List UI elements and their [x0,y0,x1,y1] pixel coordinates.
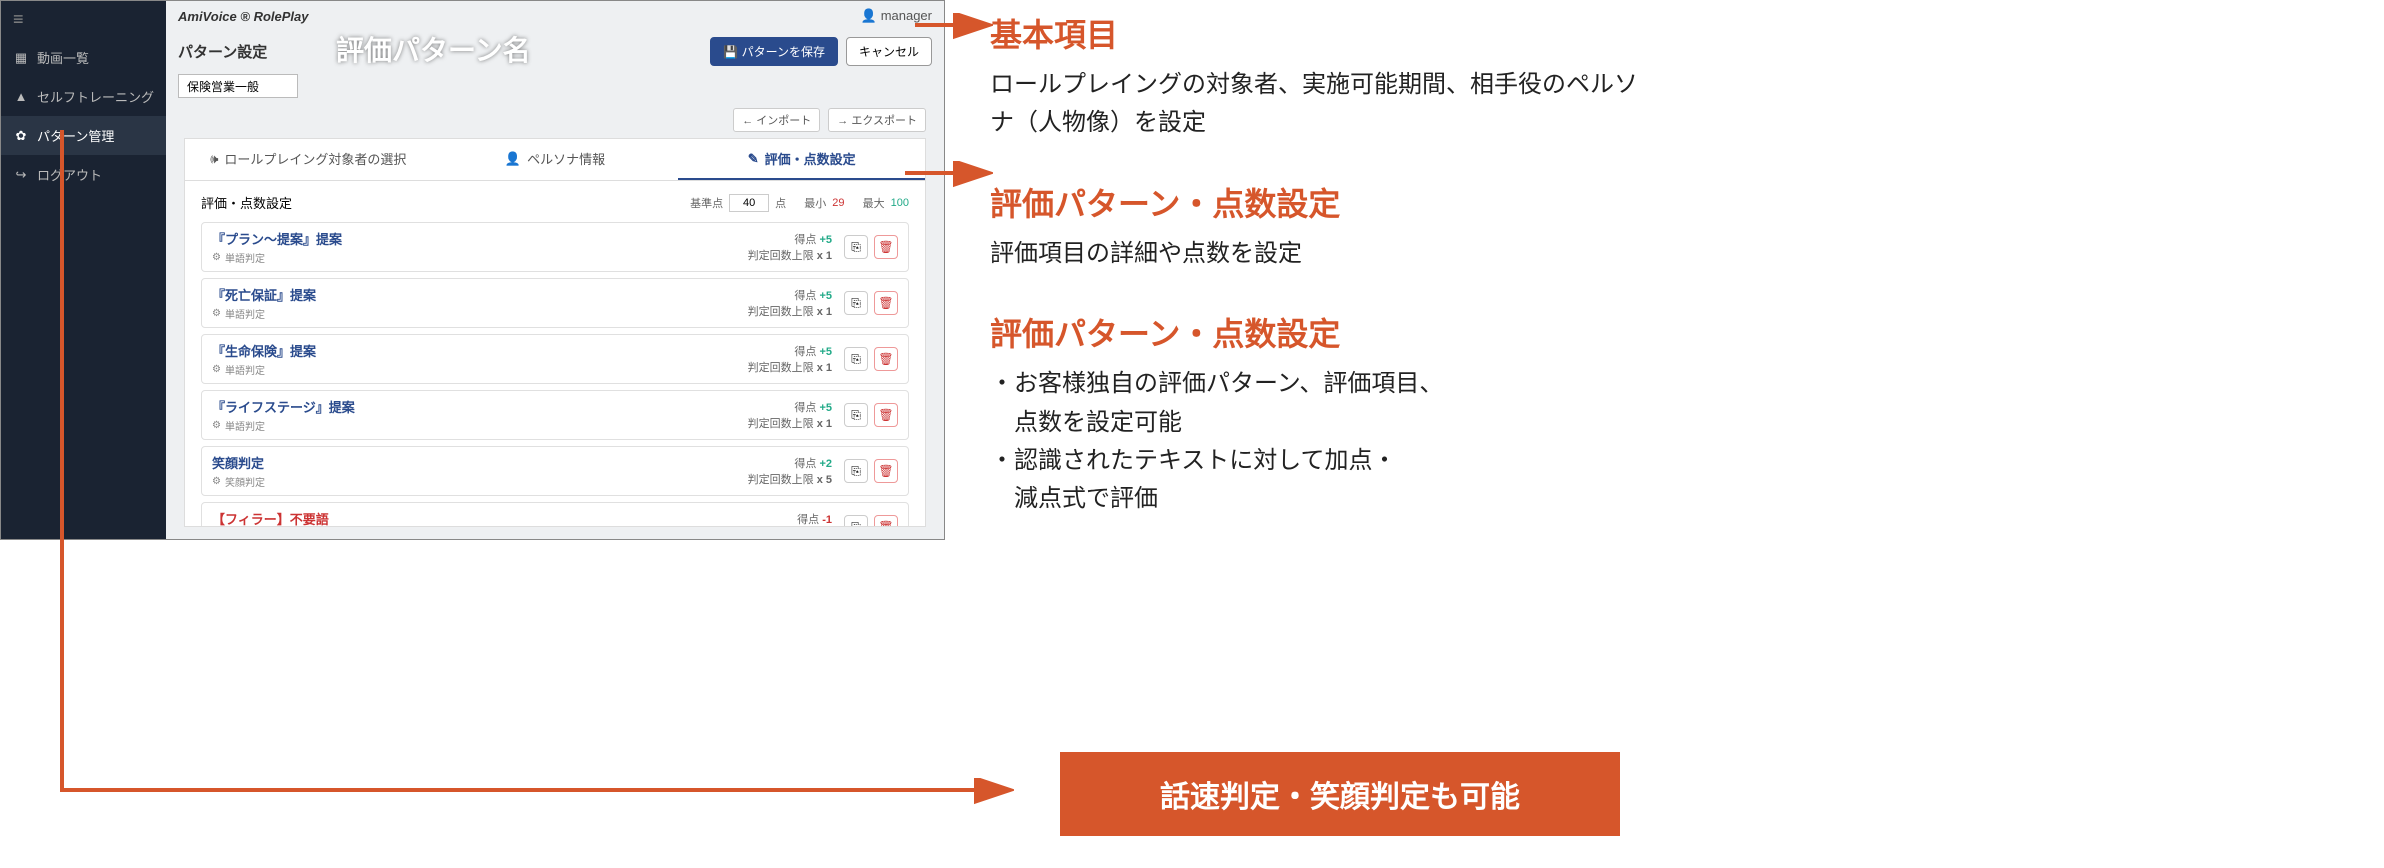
sidebar-icon: ▦ [13,50,29,66]
sidebar-icon: ▲ [13,89,29,104]
annotations: 基本項目 ロールプレイングの対象者、実施可能期間、相手役のペルソナ（人物像）を設… [990,10,1640,555]
sidebar-item-1[interactable]: ▲ セルフトレーニング [1,77,166,116]
brand-label: AmiVoice ® RolePlay [178,9,308,24]
anno-text-1: ロールプレイングの対象者、実施可能期間、相手役のペルソナ（人物像）を設定 [990,66,1640,143]
export-button[interactable]: → エクスポート [828,108,926,132]
anno-title-3: 評価パターン・点数設定 [990,309,1640,355]
overlay-pattern-name-label: 評価パターン名 [336,29,531,69]
topbar: AmiVoice ® RolePlay 👤 manager [166,1,944,31]
sidebar-label: セルフトレーニング [37,87,154,106]
anno-text-3: ・お客様独自の評価パターン、評価項目、 点数を設定可能 ・認識されたテキストに対… [990,365,1640,519]
page-title: パターン設定 [178,41,267,62]
import-button[interactable]: ← インポート [733,108,820,132]
anno-title-1: 基本項目 [990,10,1640,56]
menu-icon[interactable]: ≡ [1,1,166,38]
anno-text-2: 評価項目の詳細や点数を設定 [990,235,1640,273]
sidebar-icon: ✿ [13,128,29,144]
titlebar: パターン設定 評価パターン名 💾 パターンを保存 キャンセル [166,31,944,70]
anno-title-2: 評価パターン・点数設定 [990,179,1640,225]
pattern-name-input[interactable] [178,74,298,98]
bottom-callout: 話速判定・笑顔判定も可能 [1060,752,1620,836]
sidebar-icon: ↪ [13,167,29,183]
save-button[interactable]: 💾 パターンを保存 [710,37,838,66]
cancel-button[interactable]: キャンセル [846,37,932,66]
sidebar-item-0[interactable]: ▦ 動画一覧 [1,38,166,77]
sidebar-label: 動画一覧 [37,48,89,67]
